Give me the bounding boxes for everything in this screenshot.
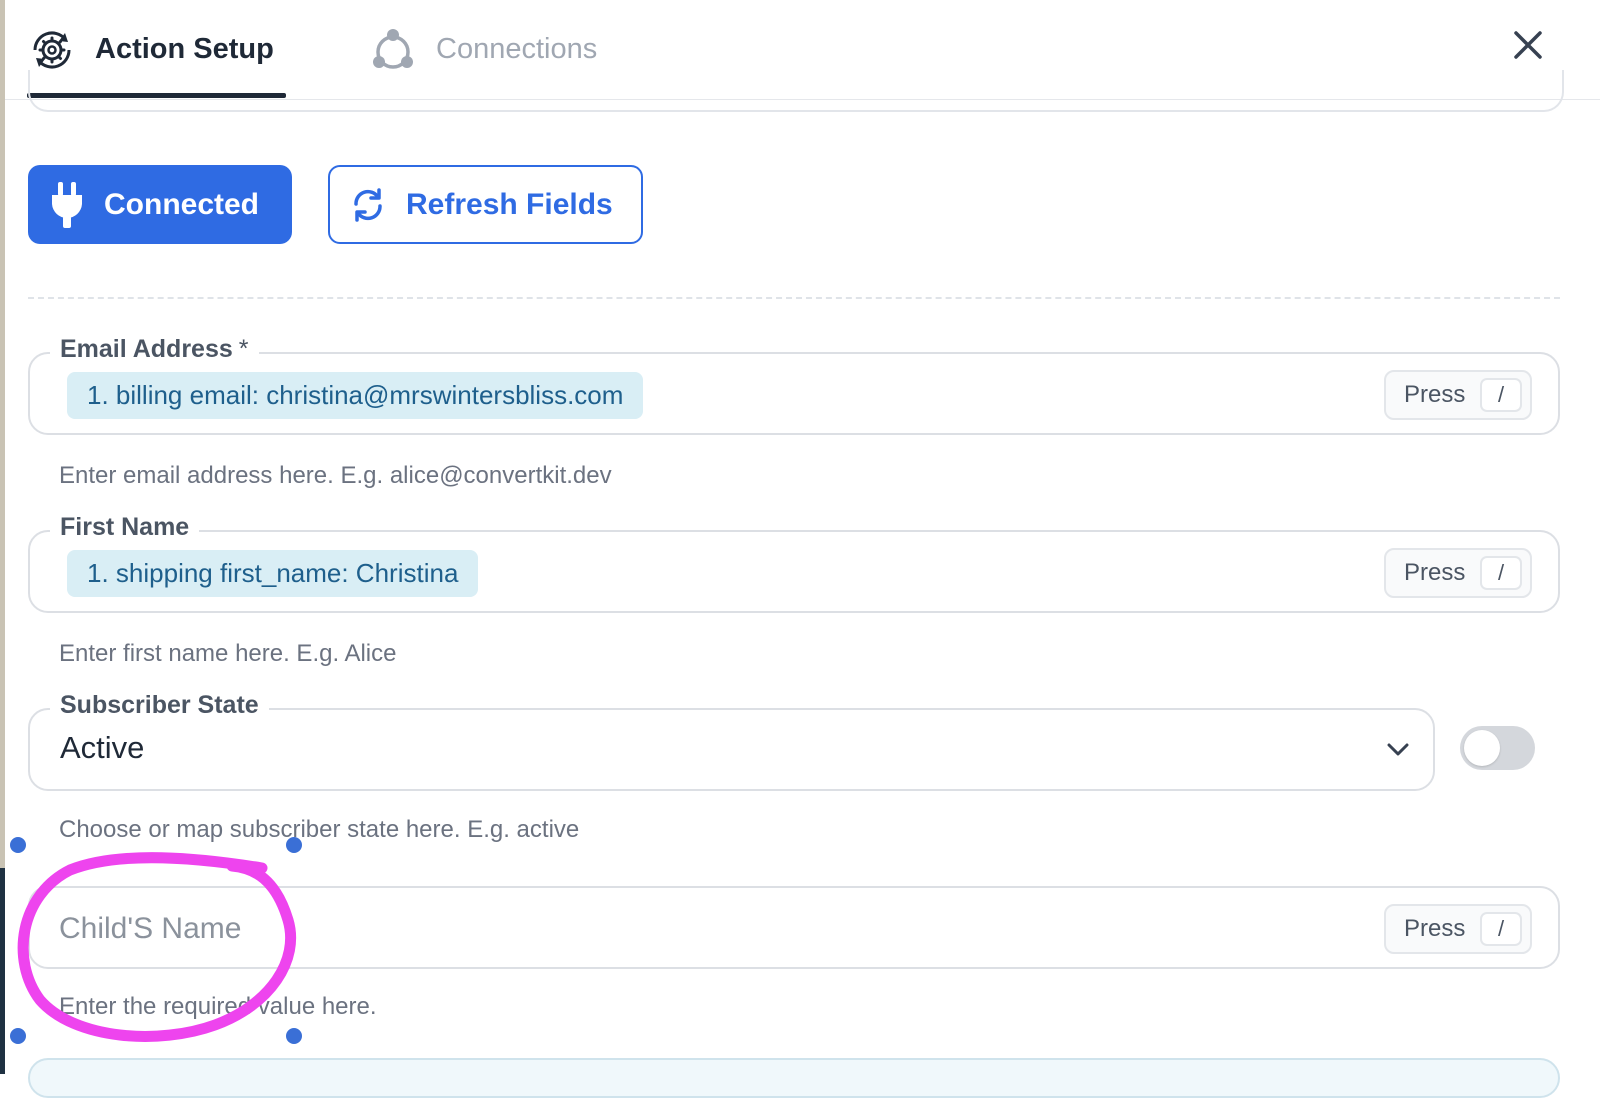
subscriber-state-select[interactable]: Subscriber State Active	[28, 691, 1435, 791]
refresh-fields-label: Refresh Fields	[406, 187, 613, 221]
press-label: Press	[1404, 915, 1466, 942]
close-icon	[1514, 31, 1542, 59]
refresh-icon	[350, 187, 386, 223]
subscriber-state-label: Subscriber State	[50, 691, 269, 720]
selection-handle[interactable]	[10, 1028, 26, 1044]
gear-cycle-icon	[27, 25, 77, 75]
child-name-help-text: Enter the required value here.	[59, 993, 377, 1020]
toggle-knob	[1464, 730, 1500, 766]
first-name-help-text: Enter first name here. E.g. Alice	[59, 640, 397, 667]
email-address-field[interactable]: Email Address * 1. billing email: christi…	[28, 335, 1560, 435]
press-slash-hint[interactable]: Press /	[1384, 548, 1532, 598]
email-help-text: Enter email address here. E.g. alice@con…	[59, 462, 612, 489]
plug-icon	[50, 181, 84, 228]
selection-handle[interactable]	[286, 1028, 302, 1044]
email-address-label: Email Address *	[50, 335, 259, 364]
child-name-field[interactable]: Child'S Name Press /	[28, 886, 1560, 969]
email-mapped-chip[interactable]: 1. billing email: christina@mrswintersbl…	[67, 372, 644, 419]
refresh-fields-button[interactable]: Refresh Fields	[328, 165, 643, 244]
section-divider	[28, 297, 1560, 299]
first-name-label: First Name	[50, 513, 200, 542]
press-label: Press	[1404, 381, 1466, 408]
subscriber-state-help-text: Choose or map subscriber state here. E.g…	[59, 816, 580, 843]
subscriber-state-value: Active	[60, 730, 145, 765]
first-name-mapped-chip[interactable]: 1. shipping first_name: Christina	[67, 550, 479, 597]
press-label: Press	[1404, 559, 1466, 586]
chevron-down-icon	[1385, 736, 1411, 767]
window-edge-dark	[0, 868, 5, 1074]
selection-handle[interactable]	[286, 837, 302, 853]
tab-action-setup-label: Action Setup	[95, 33, 274, 65]
slash-key: /	[1480, 556, 1522, 590]
next-section-box	[28, 1058, 1560, 1098]
tab-connections-label: Connections	[436, 33, 598, 65]
press-slash-hint[interactable]: Press /	[1384, 370, 1532, 420]
required-mark: *	[238, 335, 249, 363]
first-name-field[interactable]: First Name 1. shipping first_name: Chris…	[28, 513, 1560, 613]
child-name-placeholder: Child'S Name	[59, 912, 242, 945]
connected-label: Connected	[104, 187, 260, 221]
subscriber-state-map-toggle[interactable]	[1460, 726, 1535, 770]
press-slash-hint[interactable]: Press /	[1384, 904, 1532, 954]
previous-field-edge	[28, 70, 1564, 112]
slash-key: /	[1480, 378, 1522, 412]
slash-key: /	[1480, 912, 1522, 946]
connected-button[interactable]: Connected	[28, 165, 292, 244]
selection-handle[interactable]	[10, 837, 26, 853]
connections-icon	[368, 25, 418, 75]
close-button[interactable]	[1505, 22, 1551, 68]
